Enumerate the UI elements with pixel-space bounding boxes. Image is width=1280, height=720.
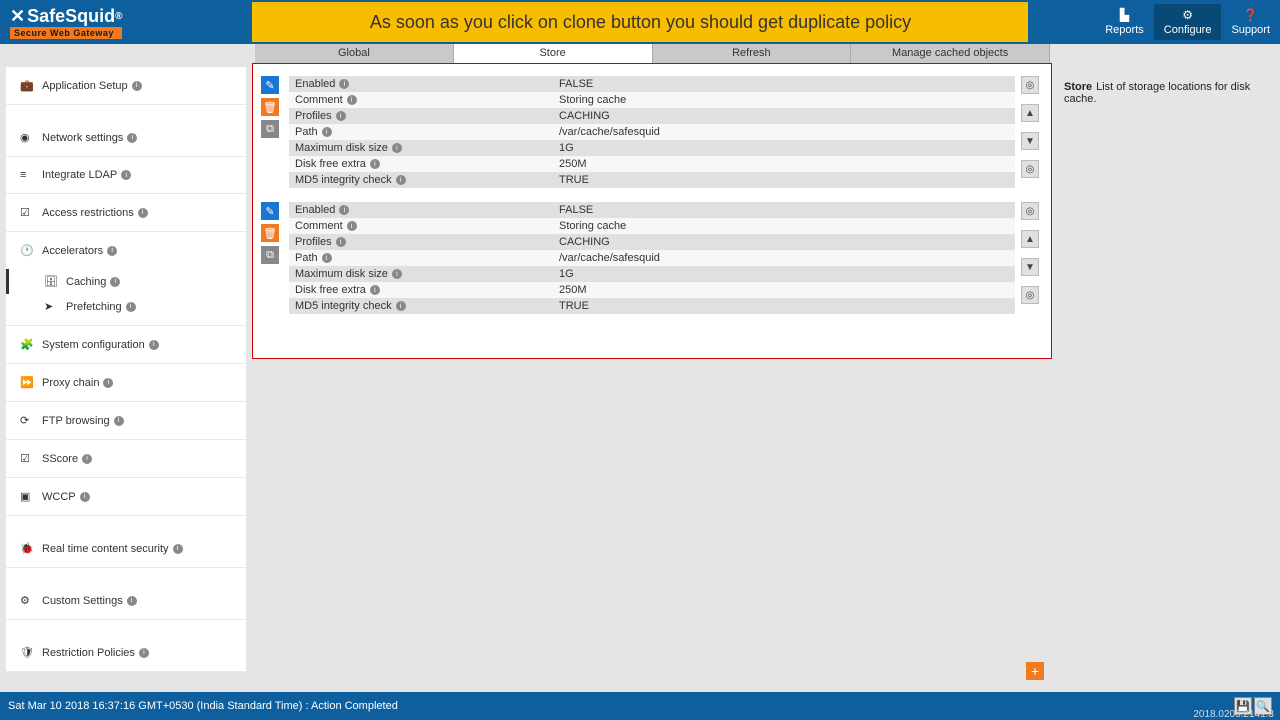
sidebar-item-caching[interactable]: 🗄Cachingi [6,269,246,294]
help-text: StoreList of storage locations for disk … [1064,81,1280,105]
shield-icon: 🛡 [20,646,34,659]
policy-container: ✎ 🗑 ⧉ Enabled iFALSE Comment iStoring ca… [252,63,1052,359]
logo-subtitle: Secure Web Gateway [10,27,122,39]
sidebar-item-network[interactable]: ◉Network settingsi [6,119,246,157]
info-icon: i [132,81,142,91]
logo-text: SafeSquid [27,6,115,27]
down-button[interactable]: ▼ [1021,132,1039,150]
forward-icon: ⏩ [20,376,34,389]
up-button[interactable]: ▲ [1021,104,1039,122]
main: StoreList of storage locations for disk … [252,63,1280,676]
help-icon: ❓ [1231,8,1270,22]
sidebar-item-custom[interactable]: ⚙Custom Settingsi [6,582,246,620]
edit-button[interactable]: ✎ [261,76,279,94]
sidebar-item-ldap[interactable]: ≡Integrate LDAPi [6,157,246,194]
info-icon: i [82,454,92,464]
tab-store[interactable]: Store [454,44,653,63]
square-icon: ▣ [20,490,34,503]
sidebar-item-sysconf[interactable]: 🧩System configurationi [6,326,246,364]
arrow-icon: ➤ [44,300,58,313]
configure-button[interactable]: ⚙Configure [1154,4,1222,40]
refresh-icon: ⟳ [20,414,34,427]
support-button[interactable]: ❓Support [1221,4,1280,40]
clone-button[interactable]: ⧉ [261,120,279,138]
edit-button[interactable]: ✎ [261,202,279,220]
down-button[interactable]: ▼ [1021,258,1039,276]
tab-global[interactable]: Global [255,44,454,63]
sidebar: 💼Application Setupi ◉Network settingsi ≡… [6,67,246,672]
tab-manage[interactable]: Manage cached objects [851,44,1050,63]
info-icon: i [114,416,124,426]
sidebar-item-proxy[interactable]: ⏩Proxy chaini [6,364,246,402]
info-icon: i [127,596,137,606]
sidebar-item-wccp[interactable]: ▣WCCPi [6,478,246,516]
info-icon: i [110,277,120,287]
delete-button[interactable]: 🗑 [261,98,279,116]
up-button[interactable]: ▲ [1021,230,1039,248]
info-icon: i [127,133,137,143]
banner: As soon as you click on clone button you… [252,2,1028,42]
sidebar-item-access[interactable]: ☑Access restrictionsi [6,194,246,232]
tab-refresh[interactable]: Refresh [653,44,852,63]
target-button[interactable]: ◎ [1021,76,1039,94]
status-text: Sat Mar 10 2018 16:37:16 GMT+0530 (India… [8,700,398,712]
sidebar-item-prefetching[interactable]: ➤Prefetchingi [6,294,246,326]
sidebar-item-restrict[interactable]: 🛡Restriction Policiesi [6,634,246,672]
add-button[interactable]: + [1026,662,1044,680]
target-button[interactable]: ◎ [1021,160,1039,178]
chart-icon: ▙ [1105,8,1144,22]
sidebar-item-app-setup[interactable]: 💼Application Setupi [6,67,246,105]
info-icon: i [103,378,113,388]
info-icon: i [121,170,131,180]
policy-block: ✎ 🗑 ⧉ Enabled iFALSE Comment iStoring ca… [261,76,1043,188]
briefcase-icon: 💼 [20,79,34,92]
policy-block: ✎ 🗑 ⧉ Enabled iFALSE Comment iStoring ca… [261,202,1043,314]
footer: Sat Mar 10 2018 16:37:16 GMT+0530 (India… [0,692,1280,720]
gears-icon: ⚙ [1164,8,1212,22]
puzzle-icon: 🧩 [20,338,34,351]
check-icon: ☑ [20,206,34,219]
sidebar-item-realtime[interactable]: 🐞Real time content securityi [6,530,246,568]
clone-button[interactable]: ⧉ [261,246,279,264]
bug-icon: 🐞 [20,542,34,555]
version-label: 2018.0206.2141.3 [1193,709,1274,720]
sidebar-item-accelerators[interactable]: 🕐Acceleratorsi [6,232,246,269]
tabs: Global Store Refresh Manage cached objec… [255,44,1050,63]
info-icon: i [138,208,148,218]
info-icon: i [107,246,117,256]
target-button[interactable]: ◎ [1021,286,1039,304]
info-icon: i [80,492,90,502]
info-icon: i [139,648,149,658]
list-icon: ≡ [20,169,34,181]
reports-button[interactable]: ▙Reports [1095,4,1154,40]
logo: ✕SafeSquid® Secure Web Gateway [0,4,132,41]
db-icon: 🗄 [44,275,58,288]
target-button[interactable]: ◎ [1021,202,1039,220]
banner-text: As soon as you click on clone button you… [370,12,911,33]
sliders-icon: ⚙ [20,594,34,607]
check-icon: ☑ [20,452,34,465]
gauge-icon: 🕐 [20,244,34,257]
logo-reg: ® [115,11,122,22]
delete-button[interactable]: 🗑 [261,224,279,242]
globe-icon: ◉ [20,131,34,144]
sidebar-item-ftp[interactable]: ⟳FTP browsingi [6,402,246,440]
header: ✕SafeSquid® Secure Web Gateway As soon a… [0,0,1280,44]
logo-x-icon: ✕ [10,6,25,27]
info-icon: i [149,340,159,350]
info-icon: i [126,302,136,312]
info-icon: i [173,544,183,554]
sidebar-item-sscore[interactable]: ☑SScorei [6,440,246,478]
